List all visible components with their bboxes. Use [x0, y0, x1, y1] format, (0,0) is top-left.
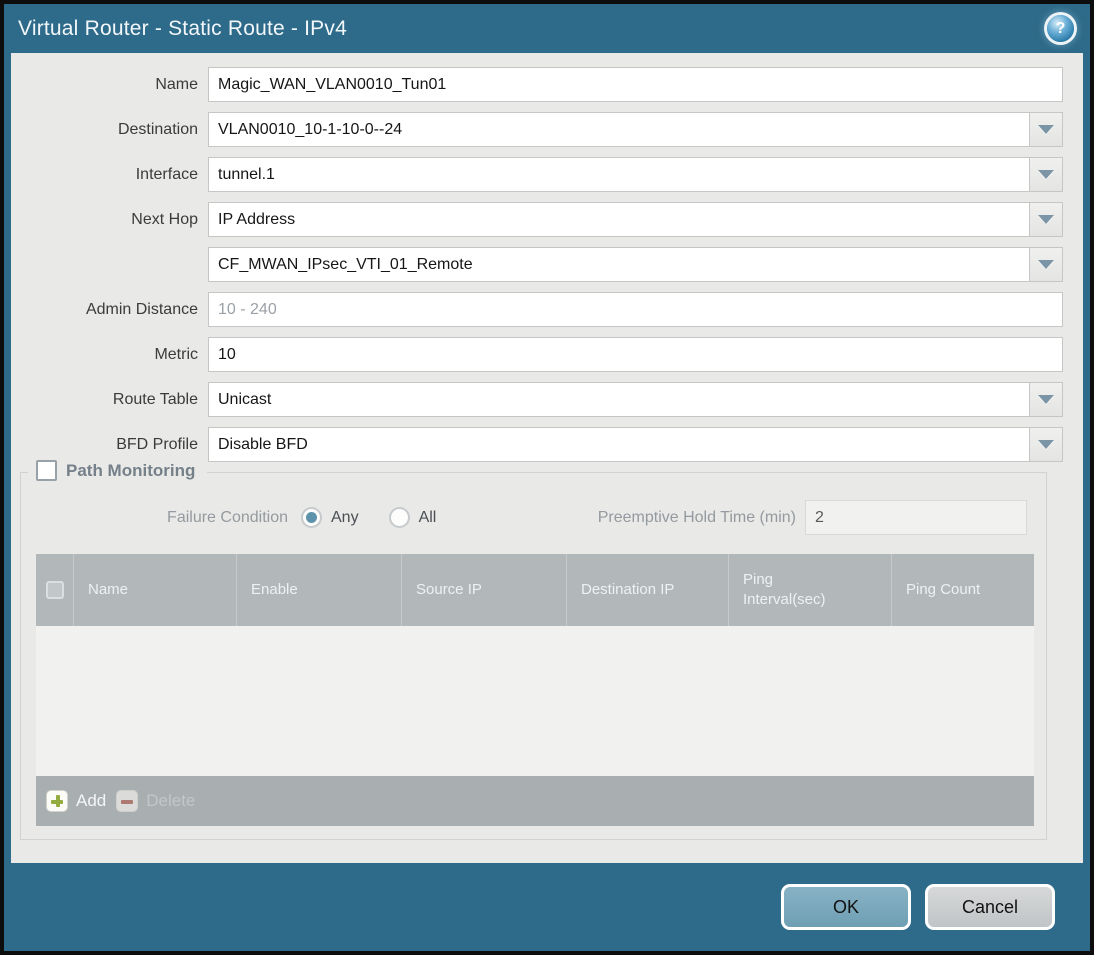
interface-dropdown-button[interactable]: [1030, 157, 1063, 192]
next-hop-dropdown-button[interactable]: [1030, 202, 1063, 237]
form-row-next-hop-address: [11, 247, 1063, 282]
chevron-down-icon: [1038, 215, 1054, 224]
metric-input[interactable]: [208, 337, 1063, 372]
interface-input[interactable]: [208, 157, 1030, 192]
title-bar: Virtual Router - Static Route - IPv4 ?: [4, 4, 1090, 53]
table-header-source-ip: Source IP: [401, 554, 566, 626]
failure-condition-label: Failure Condition: [167, 508, 288, 526]
interface-input-wrap: [208, 157, 1063, 192]
table-header-ping-interval: Ping Interval(sec): [728, 554, 891, 626]
table-header-enable: Enable: [236, 554, 401, 626]
delete-button[interactable]: Delete: [116, 790, 195, 812]
preemptive-hold-time-input[interactable]: [805, 500, 1027, 535]
destination-input-wrap: [208, 112, 1063, 147]
route-table-dropdown-button[interactable]: [1030, 382, 1063, 417]
next-hop-type-input[interactable]: [208, 202, 1030, 237]
select-all-checkbox[interactable]: [45, 581, 64, 599]
path-monitoring-legend: Path Monitoring: [28, 460, 208, 481]
chevron-down-icon: [1038, 260, 1054, 269]
bfd-profile-input-wrap: [208, 427, 1063, 462]
bfd-profile-dropdown-button[interactable]: [1030, 427, 1063, 462]
metric-label: Metric: [154, 345, 198, 363]
table-toolbar: Add Delete: [36, 776, 1034, 826]
add-button[interactable]: Add: [46, 790, 106, 812]
dialog-window: Virtual Router - Static Route - IPv4 ? N…: [0, 0, 1094, 955]
help-icon[interactable]: ?: [1047, 15, 1074, 42]
delete-button-label: Delete: [146, 791, 196, 810]
ok-button[interactable]: OK: [781, 884, 911, 930]
radio-any[interactable]: [301, 507, 322, 528]
form-row-admin-distance: Admin Distance: [11, 292, 1063, 327]
cancel-button[interactable]: Cancel: [925, 884, 1055, 930]
path-monitoring-checkbox[interactable]: [36, 460, 57, 481]
chevron-down-icon: [1038, 170, 1054, 179]
form-row-metric: Metric: [11, 337, 1063, 372]
path-monitoring-section: Path Monitoring Failure Condition Any Al…: [20, 460, 1047, 840]
name-input-wrap: [208, 67, 1063, 102]
chevron-down-icon: [1038, 440, 1054, 449]
table-header-row: Name Enable Source IP Destination IP Pin…: [36, 554, 1034, 626]
form-row-bfd-profile: BFD Profile: [11, 427, 1063, 462]
admin-distance-label: Admin Distance: [85, 300, 198, 318]
table-body-empty: [36, 626, 1034, 776]
bfd-profile-input[interactable]: [208, 427, 1030, 462]
form-row-next-hop: Next Hop: [11, 202, 1063, 237]
table-header-select: [36, 554, 73, 626]
chevron-down-icon: [1038, 395, 1054, 404]
dialog-chrome: Virtual Router - Static Route - IPv4 ? N…: [4, 4, 1090, 951]
plus-icon: [46, 790, 68, 812]
dialog-body: Name Destination Interface: [11, 53, 1083, 863]
path-monitoring-table: Name Enable Source IP Destination IP Pin…: [36, 554, 1034, 826]
add-button-label: Add: [76, 791, 107, 810]
dialog-title: Virtual Router - Static Route - IPv4: [18, 16, 347, 40]
destination-dropdown-button[interactable]: [1030, 112, 1063, 147]
chevron-down-icon: [1038, 125, 1054, 134]
route-table-label: Route Table: [112, 390, 198, 408]
form-row-interface: Interface: [11, 157, 1063, 192]
form-row-destination: Destination: [11, 112, 1063, 147]
name-label: Name: [155, 75, 198, 93]
next-hop-input-wrap: [208, 202, 1063, 237]
failure-condition-option-any: Any: [301, 507, 359, 528]
radio-all[interactable]: [388, 507, 410, 528]
dialog-button-bar: OK Cancel: [11, 863, 1083, 951]
failure-condition-row: Failure Condition Any All Preemptive Hol…: [21, 500, 1046, 535]
next-hop-label: Next Hop: [131, 210, 198, 228]
route-table-input-wrap: [208, 382, 1063, 417]
minus-icon: [116, 790, 139, 812]
radio-all-label: All: [418, 508, 437, 526]
radio-any-label: Any: [331, 508, 359, 526]
table-header-destination-ip: Destination IP: [566, 554, 728, 626]
preemptive-hold-time-label: Preemptive Hold Time (min): [597, 508, 796, 526]
next-hop-address-input[interactable]: [208, 247, 1030, 282]
next-hop-address-dropdown-button[interactable]: [1030, 247, 1063, 282]
metric-input-wrap: [208, 337, 1063, 372]
name-input[interactable]: [208, 67, 1063, 102]
interface-label: Interface: [135, 165, 198, 183]
admin-distance-input-wrap: [208, 292, 1063, 327]
failure-condition-option-all: All: [388, 507, 437, 528]
next-hop-address-input-wrap: [208, 247, 1063, 282]
form-row-name: Name: [11, 67, 1063, 102]
bfd-profile-label: BFD Profile: [116, 435, 198, 453]
route-table-input[interactable]: [208, 382, 1030, 417]
destination-input[interactable]: [208, 112, 1030, 147]
table-header-ping-count: Ping Count: [891, 554, 1034, 626]
table-header-name: Name: [73, 554, 236, 626]
form-row-route-table: Route Table: [11, 382, 1063, 417]
path-monitoring-title: Path Monitoring: [66, 460, 196, 480]
admin-distance-input[interactable]: [208, 292, 1063, 327]
destination-label: Destination: [117, 120, 198, 138]
